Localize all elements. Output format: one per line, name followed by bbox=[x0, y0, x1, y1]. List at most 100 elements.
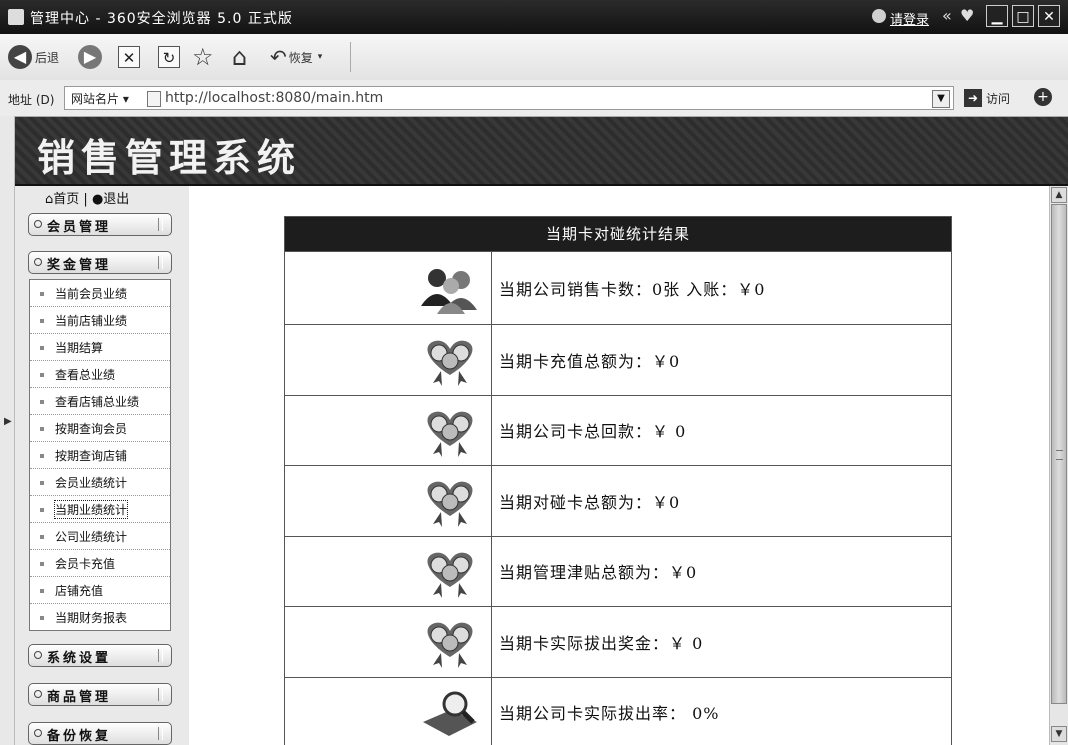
submenu-item[interactable]: 当前店铺业绩 bbox=[30, 307, 170, 334]
stop-icon: ✕ bbox=[118, 46, 140, 68]
menu-bonus-management[interactable]: 奖金管理 bbox=[28, 251, 172, 274]
stop-button[interactable]: ✕ bbox=[118, 43, 140, 71]
report-header: 当期卡对碰统计结果 bbox=[285, 217, 951, 251]
browser-toolbar: ◀ 后退 ▶ ✕ ↻ ☆ ⌂ ↶ 恢复 ▾ bbox=[0, 34, 1068, 81]
go-arrow-icon: ➜ bbox=[964, 89, 982, 107]
url-history-dropdown-icon[interactable]: ▼ bbox=[932, 90, 950, 108]
menu-label: 会员管理 bbox=[47, 220, 112, 235]
url-text[interactable]: http://localhost:8080/main.htm bbox=[165, 90, 383, 106]
site-cards-dropdown[interactable]: 网站名片 ▾ bbox=[71, 90, 129, 107]
menu-system-settings[interactable]: 系统设置 bbox=[28, 644, 172, 667]
report-text: 当期卡实际拔出奖金：￥ 0 bbox=[499, 633, 704, 653]
collapse-dot-icon bbox=[34, 690, 42, 698]
heart-badge-icon bbox=[427, 622, 473, 668]
skin-icon[interactable]: ♥ bbox=[960, 6, 974, 25]
menu-label: 备份恢复 bbox=[47, 729, 112, 744]
login-link[interactable]: 请登录 bbox=[890, 9, 929, 28]
report-text: 当期管理津贴总额为：￥0 bbox=[499, 563, 698, 583]
add-icon[interactable]: + bbox=[1034, 88, 1052, 106]
refresh-button[interactable]: ↻ bbox=[158, 43, 180, 71]
refresh-icon: ↻ bbox=[158, 46, 180, 68]
heart-badge-icon bbox=[427, 552, 473, 598]
report-text: 当期对碰卡总额为：￥0 bbox=[499, 492, 681, 512]
nav-more-icon[interactable]: « bbox=[942, 6, 952, 25]
menu-backup-restore[interactable]: 备份恢复 bbox=[28, 722, 172, 745]
submenu-item[interactable]: 公司业绩统计 bbox=[30, 523, 170, 550]
user-icon[interactable] bbox=[872, 9, 886, 23]
submenu-item[interactable]: 会员业绩统计 bbox=[30, 469, 170, 496]
collapse-dot-icon bbox=[34, 220, 42, 228]
undo-icon: ↶ bbox=[270, 45, 287, 69]
submenu-item-selected[interactable]: 当期业绩统计 bbox=[30, 496, 170, 523]
menu-product-management[interactable]: 商品管理 bbox=[28, 683, 172, 706]
back-arrow-icon: ◀ bbox=[8, 45, 32, 69]
submenu-item[interactable]: 查看店铺总业绩 bbox=[30, 388, 170, 415]
submenu-item[interactable]: 当期结算 bbox=[30, 334, 170, 361]
go-button[interactable]: ➜ 访问 bbox=[964, 89, 1010, 107]
close-button[interactable]: ✕ bbox=[1038, 5, 1060, 27]
submenu-item[interactable]: 当前会员业绩 bbox=[30, 280, 170, 307]
expand-triangle-icon[interactable]: ▶ bbox=[4, 416, 12, 427]
favorites-button[interactable]: ☆ bbox=[192, 43, 214, 71]
icon-cell bbox=[285, 677, 492, 745]
menu-handle-icon bbox=[158, 688, 163, 701]
report-row: 当期卡实际拔出奖金：￥ 0 bbox=[285, 606, 951, 677]
minimize-button[interactable]: ▁ bbox=[986, 5, 1008, 27]
menu-handle-icon bbox=[158, 727, 163, 740]
icon-cell bbox=[285, 466, 492, 536]
back-label: 后退 bbox=[35, 50, 60, 65]
main-content: 当期卡对碰统计结果 当期公司销售卡数：0张 入账：￥0 当期卡充值总额为：￥0 … bbox=[189, 186, 1049, 745]
dropdown-icon: ▾ bbox=[317, 52, 323, 62]
report-table: 当期卡对碰统计结果 当期公司销售卡数：0张 入账：￥0 当期卡充值总额为：￥0 … bbox=[284, 216, 952, 745]
system-banner: 销售管理系统 bbox=[15, 117, 1068, 186]
home-link[interactable]: ⌂首页 bbox=[45, 192, 79, 207]
submenu-item[interactable]: 店铺充值 bbox=[30, 577, 170, 604]
submenu-item[interactable]: 会员卡充值 bbox=[30, 550, 170, 577]
menu-member-management[interactable]: 会员管理 bbox=[28, 213, 172, 236]
address-bar: 地址 (D) 网站名片 ▾ http://localhost:8080/main… bbox=[0, 80, 1068, 117]
submenu-item[interactable]: 查看总业绩 bbox=[30, 361, 170, 388]
frame-splitter[interactable]: ▶ bbox=[0, 116, 15, 745]
bullet-icon bbox=[40, 346, 44, 350]
bullet-icon bbox=[40, 562, 44, 566]
window-title: 管理中心 - 360安全浏览器 5.0 正式版 bbox=[30, 11, 293, 27]
submenu-item[interactable]: 按期查询店铺 bbox=[30, 442, 170, 469]
home-icon: ⌂ bbox=[232, 43, 248, 71]
bullet-icon bbox=[40, 319, 44, 323]
icon-cell bbox=[285, 607, 492, 677]
scroll-thumb[interactable] bbox=[1051, 204, 1067, 704]
report-row: 当期管理津贴总额为：￥0 bbox=[285, 535, 951, 606]
report-text: 当期公司卡总回款：￥ 0 bbox=[499, 422, 687, 442]
title-bar: 管理中心 - 360安全浏览器 5.0 正式版 请登录 « ♥ ▁ □ ✕ bbox=[0, 0, 1068, 34]
icon-cell bbox=[285, 252, 492, 324]
scroll-up-icon[interactable]: ▲ bbox=[1051, 187, 1067, 203]
logout-link[interactable]: ●退出 bbox=[92, 192, 129, 207]
magnifier-icon bbox=[423, 691, 477, 736]
bullet-icon bbox=[40, 535, 44, 539]
submenu-item[interactable]: 当期财务报表 bbox=[30, 604, 170, 631]
browser-window: 管理中心 - 360安全浏览器 5.0 正式版 请登录 « ♥ ▁ □ ✕ ◀ … bbox=[0, 0, 1068, 745]
menu-label: 系统设置 bbox=[47, 651, 112, 666]
bullet-icon bbox=[40, 400, 44, 404]
sidebar: ⌂首页 | ●退出 会员管理 奖金管理 当前会员业绩 当前店铺业绩 当期结算 查… bbox=[15, 186, 189, 745]
icon-cell bbox=[285, 536, 492, 606]
home-button[interactable]: ⌂ bbox=[232, 43, 247, 71]
scroll-down-icon[interactable]: ▼ bbox=[1051, 726, 1067, 742]
report-row: 当期卡充值总额为：￥0 bbox=[285, 324, 951, 395]
link-separator: | bbox=[83, 192, 92, 207]
back-button[interactable]: ◀ 后退 bbox=[8, 43, 59, 71]
report-text: 当期公司销售卡数：0张 入账：￥0 bbox=[499, 280, 766, 299]
url-field[interactable]: 网站名片 ▾ http://localhost:8080/main.htm ▼ bbox=[64, 86, 954, 110]
forward-button[interactable]: ▶ bbox=[78, 43, 102, 71]
system-title: 销售管理系统 bbox=[37, 136, 302, 180]
bullet-icon bbox=[40, 454, 44, 458]
menu-label: 奖金管理 bbox=[47, 258, 112, 273]
vertical-scrollbar[interactable]: ▲ ▼ bbox=[1049, 186, 1068, 745]
submenu-item[interactable]: 按期查询会员 bbox=[30, 415, 170, 442]
maximize-button[interactable]: □ bbox=[1012, 5, 1034, 27]
bullet-icon bbox=[40, 616, 44, 620]
restore-button[interactable]: ↶ 恢复 ▾ bbox=[270, 43, 322, 71]
icon-cell bbox=[285, 395, 492, 465]
report-row: 当期公司卡总回款：￥ 0 bbox=[285, 394, 951, 465]
bullet-icon bbox=[40, 481, 44, 485]
